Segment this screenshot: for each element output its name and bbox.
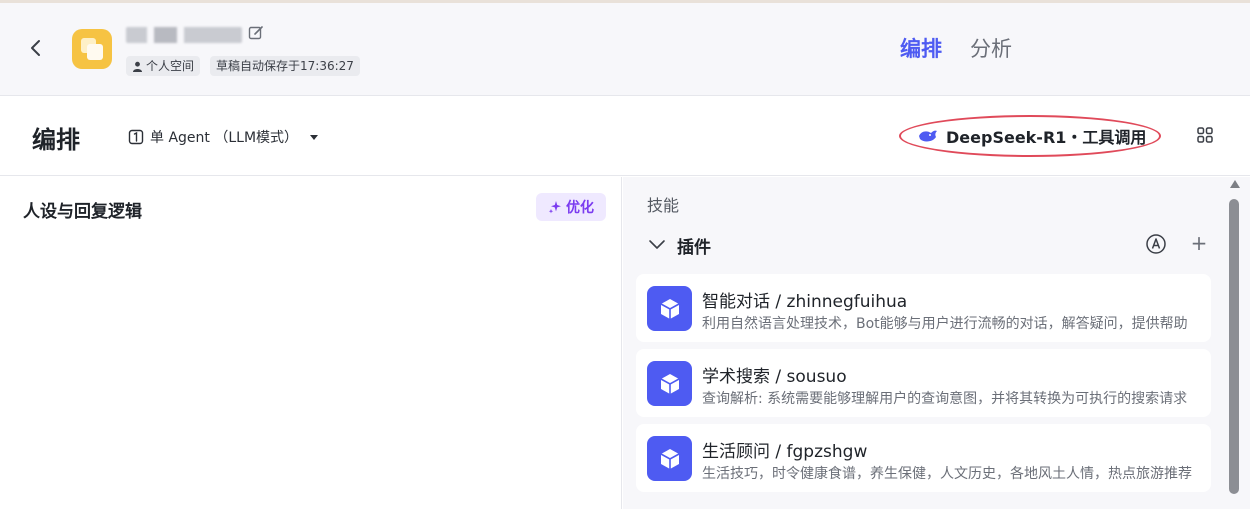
plugin-name: 智能对话 / zhinnegfuihua <box>702 292 908 312</box>
scroll-up-arrow-icon[interactable] <box>1230 180 1240 188</box>
bot-avatar <box>72 29 112 69</box>
bot-name-redacted[interactable] <box>126 27 242 43</box>
chevron-down-icon[interactable] <box>647 234 667 254</box>
sparkle-icon <box>548 201 561 214</box>
model-select-button[interactable]: DeepSeek-R1・工具调用 <box>918 124 1146 148</box>
agent-mode-icon <box>128 129 144 145</box>
plugins-label[interactable]: 插件 <box>677 233 711 258</box>
cube-icon <box>647 436 692 481</box>
top-bar: 个人空间 草稿自动保存于17:36:27 编排 分析 <box>0 0 1250 96</box>
plugin-card[interactable]: 学术搜索 / sousuo 查询解析: 系统需要能够理解用户的查询意图，并将其转… <box>636 349 1211 417</box>
agent-mode-label: 单 Agent （LLM模式） <box>150 130 299 146</box>
auto-icon[interactable] <box>1145 233 1167 255</box>
tab-arrange[interactable]: 编排 <box>900 33 942 63</box>
skills-panel: 技能 插件 + 智能对话 / zhinnegfuihua 利用自然语言处理技术，… <box>623 177 1250 509</box>
plugins-header: 插件 + <box>647 232 1222 258</box>
section-title: 编排 <box>32 126 80 154</box>
persona-title: 人设与回复逻辑 <box>23 202 142 222</box>
plugin-card[interactable]: 智能对话 / zhinnegfuihua 利用自然语言处理技术，Bot能够与用户… <box>636 274 1211 342</box>
tab-analysis[interactable]: 分析 <box>970 33 1012 63</box>
agent-mode-select[interactable]: 单 Agent （LLM模式） <box>128 126 319 148</box>
autosave-label: 草稿自动保存于17:36:27 <box>216 59 354 73</box>
cube-icon <box>647 286 692 331</box>
scrollbar[interactable] <box>1228 180 1242 500</box>
autosave-status: 草稿自动保存于17:36:27 <box>210 56 360 76</box>
plugin-name: 生活顾问 / fgpzshgw <box>702 442 868 462</box>
user-icon <box>133 61 142 72</box>
plugin-description: 查询解析: 系统需要能够理解用户的查询意图，并将其转换为可执行的搜索请求 <box>702 391 1188 407</box>
optimize-button[interactable]: 优化 <box>536 193 606 221</box>
scroll-thumb[interactable] <box>1229 199 1239 494</box>
personal-space-label: 个人空间 <box>146 59 195 73</box>
plugin-description: 利用自然语言处理技术，Bot能够与用户进行流畅的对话，解答疑问，提供帮助 <box>702 316 1188 332</box>
grid-icon[interactable] <box>1196 126 1214 144</box>
skills-title: 技能 <box>647 196 680 215</box>
cube-icon <box>647 361 692 406</box>
optimize-label: 优化 <box>566 200 594 216</box>
chevron-left-icon <box>31 40 40 56</box>
arrange-toolbar: 编排 单 Agent （LLM模式） DeepSeek-R1・工具调用 <box>0 96 1250 176</box>
persona-panel: 人设与回复逻辑 优化 <box>0 177 622 509</box>
edit-icon[interactable] <box>248 25 264 41</box>
top-accent-line <box>0 0 1250 3</box>
back-button[interactable] <box>24 36 48 60</box>
model-label: DeepSeek-R1・工具调用 <box>946 128 1147 147</box>
plugin-card[interactable]: 生活顾问 / fgpzshgw 生活技巧，时令健康食谱，养生保健，人文历史，各地… <box>636 424 1211 492</box>
deepseek-whale-icon <box>919 130 937 142</box>
plugin-name: 学术搜索 / sousuo <box>702 367 847 387</box>
plus-icon[interactable]: + <box>1189 233 1209 254</box>
personal-space-tag: 个人空间 <box>126 56 201 76</box>
plugin-description: 生活技巧，时令健康食谱，养生保健，人文历史，各地风土人情，热点旅游推荐 <box>702 466 1192 482</box>
caret-down-icon <box>310 134 319 140</box>
